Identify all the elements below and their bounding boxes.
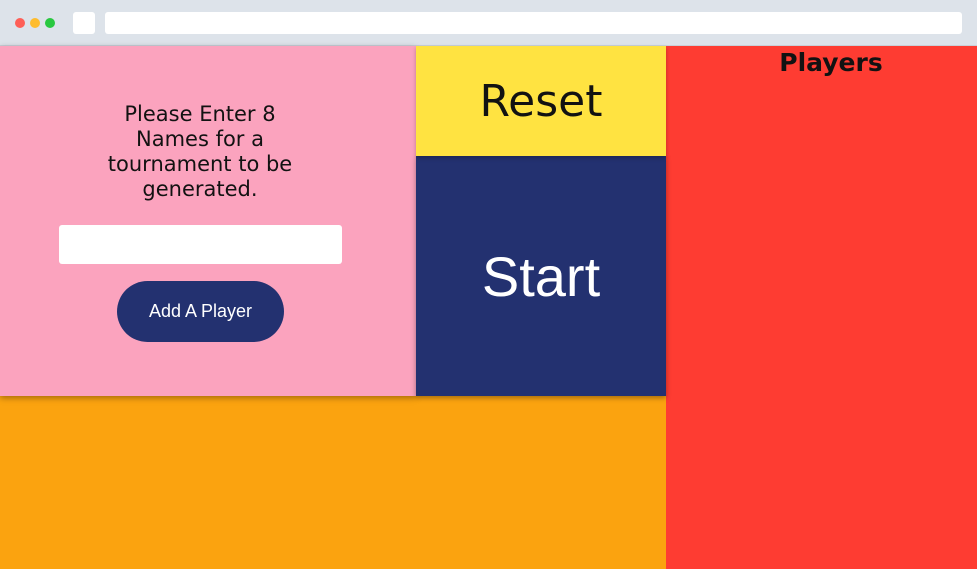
tournament-app: Please Enter 8 Names for a tournament to… (0, 46, 977, 569)
window-close-dot[interactable] (15, 18, 25, 28)
players-title: Players (779, 48, 883, 77)
window-minimize-dot[interactable] (30, 18, 40, 28)
entry-prompt: Please Enter 8 Names for a tournament to… (107, 102, 293, 201)
tournament-bracket-area (0, 396, 666, 569)
player-name-input[interactable] (59, 225, 342, 264)
start-button[interactable]: Start (416, 156, 666, 396)
player-entry-panel: Please Enter 8 Names for a tournament to… (0, 46, 416, 396)
reset-button[interactable]: Reset (416, 46, 666, 156)
add-player-button[interactable]: Add A Player (117, 281, 284, 342)
address-bar[interactable] (105, 12, 962, 34)
browser-chrome (0, 0, 977, 46)
window-maximize-dot[interactable] (45, 18, 55, 28)
browser-tab[interactable] (73, 12, 95, 34)
players-panel: Players (666, 46, 977, 569)
